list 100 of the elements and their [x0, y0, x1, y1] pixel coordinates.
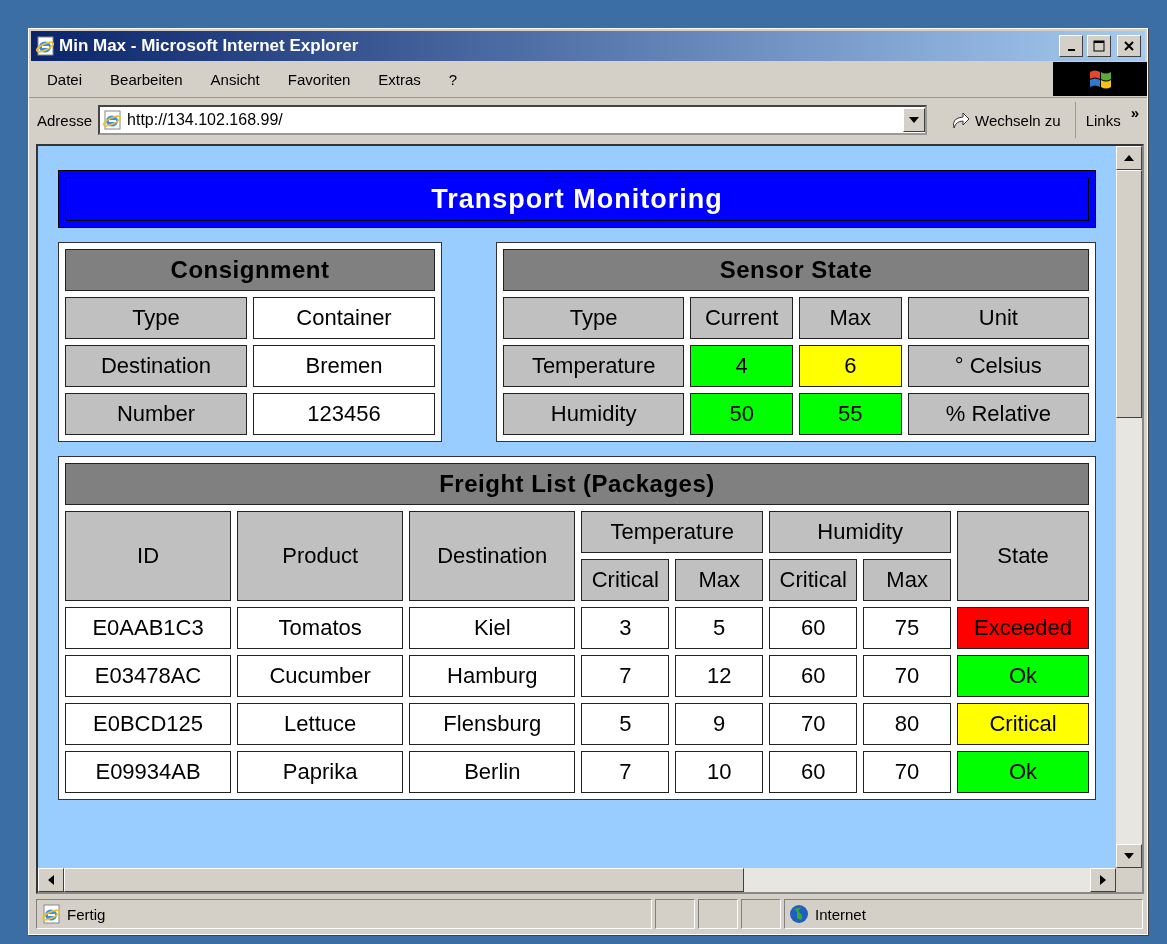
table-cell: 123456 [253, 393, 435, 435]
left-arrow-icon [48, 875, 54, 885]
column-header: Max [863, 559, 952, 601]
table-cell: 70 [863, 655, 952, 697]
browser-logo-icon [35, 36, 55, 56]
column-header: State [957, 511, 1089, 601]
address-label: Adresse [37, 111, 93, 129]
state-cell: Critical [957, 703, 1089, 745]
status-panel [698, 899, 738, 929]
zone-text: Internet [815, 905, 866, 923]
table-cell: Container [253, 297, 435, 339]
address-field[interactable]: http://134.102.168.99/ [98, 105, 927, 135]
column-header: Humidity [769, 511, 952, 553]
scrollbar-thumb[interactable] [64, 868, 744, 892]
table-cell: E03478AC [65, 655, 232, 697]
close-icon [1123, 40, 1135, 52]
table-cell: 60 [769, 751, 858, 793]
table-cell: Lettuce [237, 703, 404, 745]
table-title: Freight List (Packages) [65, 463, 1089, 505]
status-text: Fertig [67, 905, 106, 923]
window-title: Min Max - Microsoft Internet Explorer [59, 36, 360, 56]
table-cell: 7 [581, 655, 670, 697]
sensor-value: 50 [690, 393, 793, 435]
scroll-right-button[interactable] [1090, 868, 1116, 892]
menu-item[interactable]: Extras [364, 70, 435, 88]
menu-item[interactable]: ? [434, 70, 472, 88]
more-chevron[interactable]: » [1130, 104, 1139, 121]
table-cell: Bremen [253, 345, 435, 387]
scrollbar-thumb[interactable] [1116, 170, 1142, 418]
minimize-button[interactable] [1059, 35, 1083, 57]
links-label[interactable]: Links [1081, 111, 1125, 129]
table-cell: 70 [769, 703, 858, 745]
up-arrow-icon [1124, 155, 1134, 161]
column-header: Critical [769, 559, 858, 601]
table-cell: Tomatos [237, 607, 404, 649]
scroll-left-button[interactable] [38, 868, 64, 892]
table-title: Sensor State [503, 249, 1089, 291]
table-cell: Cucumber [237, 655, 404, 697]
menu-item[interactable]: Bearbeiten [96, 70, 197, 88]
table-cell: 75 [863, 607, 952, 649]
scroll-up-button[interactable] [1116, 146, 1142, 170]
windows-flag-icon [1053, 62, 1147, 96]
table-cell: 5 [581, 703, 670, 745]
table-cell: Flensburg [409, 703, 576, 745]
page-title-banner: Transport Monitoring [65, 177, 1089, 221]
column-header: Temperature [581, 511, 764, 553]
column-header: Product [237, 511, 404, 601]
table-cell: Kiel [409, 607, 576, 649]
globe-icon [789, 904, 809, 924]
table-cell: 9 [675, 703, 764, 745]
table-cell: Hamburg [409, 655, 576, 697]
table-title: Consignment [65, 249, 435, 291]
table-cell: 7 [581, 751, 670, 793]
column-header: Destination [409, 511, 576, 601]
table-cell: E0AAB1C3 [65, 607, 232, 649]
row-label: Temperature [503, 345, 685, 387]
maximize-button[interactable] [1087, 35, 1111, 57]
table-cell: 80 [863, 703, 952, 745]
menu-item[interactable]: Datei [29, 70, 97, 88]
sensor-value: 4 [690, 345, 793, 387]
sensor-value: 55 [799, 393, 902, 435]
column-header: Type [503, 297, 685, 339]
table-cell: 70 [863, 751, 952, 793]
unit-label: % Relative [907, 393, 1089, 435]
table-cell: 10 [675, 751, 764, 793]
table-cell: 60 [769, 655, 858, 697]
down-arrow-icon [1124, 853, 1134, 859]
table-cell: 3 [581, 607, 670, 649]
table-cell: Paprika [237, 751, 404, 793]
menu-item[interactable]: Ansicht [196, 70, 274, 88]
column-header: Current [690, 297, 793, 339]
column-header: Critical [581, 559, 670, 601]
close-button[interactable] [1117, 35, 1141, 57]
browser-logo-icon [41, 904, 61, 924]
state-cell: Ok [957, 655, 1089, 697]
row-label: Humidity [503, 393, 685, 435]
unit-label: ° Celsius [907, 345, 1089, 387]
scroll-down-button[interactable] [1116, 844, 1142, 868]
state-cell: Exceeded [957, 607, 1089, 649]
maximize-icon [1093, 40, 1105, 52]
row-label: Destination [65, 345, 247, 387]
row-label: Type [65, 297, 247, 339]
row-label: Number [65, 393, 247, 435]
status-panel [655, 899, 695, 929]
table-cell: E0BCD125 [65, 703, 232, 745]
status-panel [741, 899, 781, 929]
table-cell: E09934AB [65, 751, 232, 793]
minimize-icon [1067, 48, 1075, 51]
sensor-value: 6 [799, 345, 902, 387]
browser-logo-icon [102, 110, 123, 130]
state-cell: Ok [957, 751, 1089, 793]
column-header: ID [65, 511, 232, 601]
column-header: Max [799, 297, 902, 339]
table-cell: Berlin [409, 751, 576, 793]
table-cell: 12 [675, 655, 764, 697]
menu-item[interactable]: Favoriten [273, 70, 365, 88]
column-header: Max [675, 559, 764, 601]
right-arrow-icon [1100, 875, 1106, 885]
table-cell: 5 [675, 607, 764, 649]
column-header: Unit [907, 297, 1089, 339]
